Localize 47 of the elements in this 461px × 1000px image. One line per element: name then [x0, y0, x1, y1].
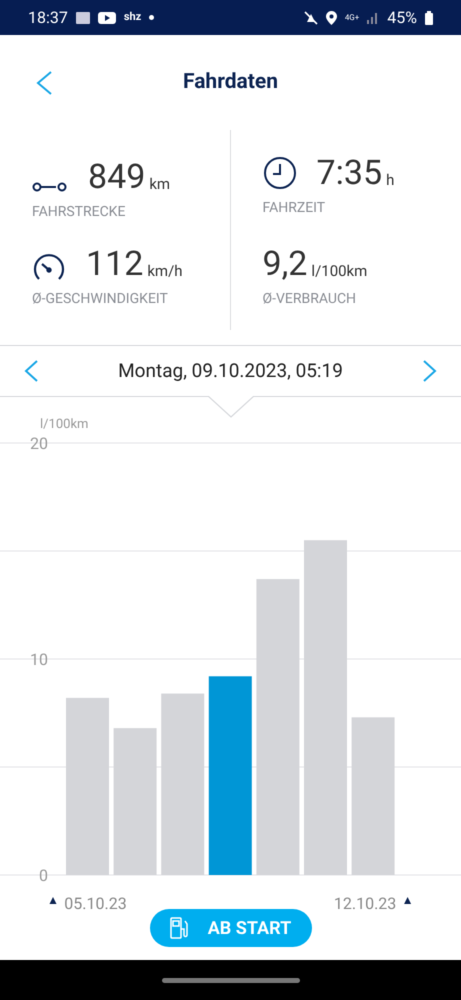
- page-title: Fahrdaten: [183, 68, 278, 96]
- bar[interactable]: [161, 694, 204, 875]
- axis-label: 12.10.23: [334, 894, 396, 913]
- clock-icon: [262, 156, 296, 190]
- marker-icon: [404, 897, 412, 904]
- axis-unit: l/100km: [40, 417, 88, 432]
- stat-value: 9,2: [262, 247, 308, 281]
- stat-value: 7:35: [316, 156, 382, 190]
- axis-label: 20: [30, 434, 48, 453]
- bar[interactable]: [304, 540, 347, 875]
- fuel-pump-icon: [170, 917, 188, 939]
- bar[interactable]: [208, 676, 252, 875]
- stat-value: 112: [86, 247, 144, 281]
- stat-unit: h: [386, 173, 394, 188]
- stat-label: FAHRZEIT: [262, 199, 326, 218]
- battery-percent: 45%: [387, 6, 417, 28]
- stat-unit: km/h: [147, 264, 183, 279]
- bar[interactable]: [256, 579, 300, 875]
- dot-icon: [149, 15, 154, 20]
- route-icon: [32, 180, 68, 194]
- stat-value: 849: [88, 160, 146, 194]
- bar[interactable]: [66, 698, 109, 875]
- axis-label: 10: [30, 650, 48, 669]
- location-icon: [326, 10, 337, 24]
- date-label: Montag, 09.10.2023, 05:19: [118, 358, 343, 384]
- network-label: 4G+: [344, 14, 360, 22]
- start-button[interactable]: AB START: [150, 909, 312, 947]
- stat-label: Ø-GESCHWINDIGKEIT: [32, 290, 169, 309]
- clock-time: 18:37: [28, 6, 68, 28]
- stat-label: Ø-VERBRAUCH: [262, 290, 358, 309]
- bar[interactable]: [114, 728, 157, 875]
- app-label: shz: [124, 9, 142, 26]
- axis-label: 0: [39, 866, 48, 885]
- stat-unit: l/100km: [311, 264, 368, 279]
- home-handle[interactable]: [162, 978, 300, 982]
- stat-unit: km: [149, 177, 170, 192]
- bar[interactable]: [352, 717, 395, 875]
- speedometer-icon: [32, 253, 66, 281]
- signal-icon: [367, 11, 380, 24]
- next-icon[interactable]: [423, 360, 437, 382]
- battery-icon: [425, 10, 433, 24]
- marker-icon: [50, 897, 56, 904]
- previous-icon[interactable]: [24, 360, 38, 382]
- axis-label: 05.10.23: [64, 894, 127, 913]
- back-icon[interactable]: [36, 71, 52, 95]
- video-icon: [98, 12, 116, 24]
- stat-label: FAHRSTRECKE: [32, 203, 126, 222]
